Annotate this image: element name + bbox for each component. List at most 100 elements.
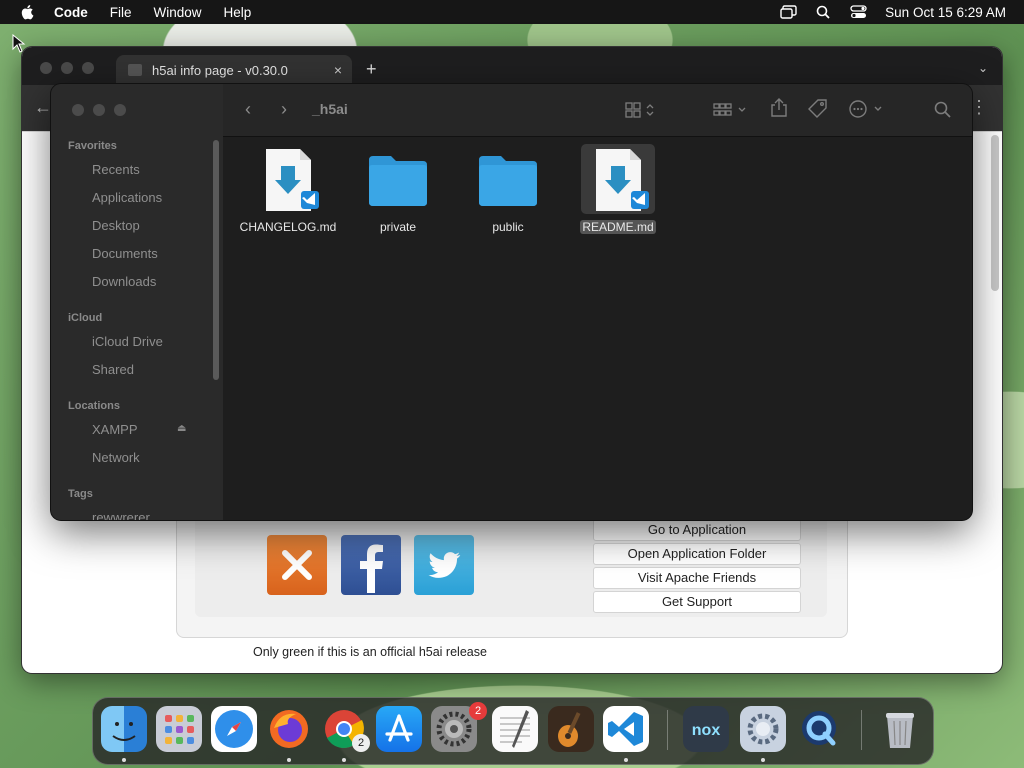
notification-badge: 2 (469, 702, 487, 720)
browser-window-controls (40, 62, 94, 74)
running-indicator (624, 758, 628, 762)
finder-minimize-button[interactable] (93, 104, 105, 116)
back-arrow-icon[interactable]: ← (34, 97, 52, 118)
finder-close-button[interactable] (72, 104, 84, 116)
finder-zoom-button[interactable] (114, 104, 126, 116)
vscode-markdown-icon (251, 144, 325, 214)
open-application-folder-button[interactable]: Open Application Folder (593, 543, 801, 565)
garageband-dock-icon[interactable] (548, 706, 594, 752)
menu-help[interactable]: Help (224, 5, 252, 20)
facebook-logo-icon (360, 544, 383, 593)
launchpad-dock-icon[interactable] (156, 706, 202, 752)
sidebar-scrollbar[interactable] (213, 140, 219, 380)
dock-separator (667, 710, 668, 750)
apple-icon[interactable] (20, 4, 36, 20)
folder-private[interactable]: private (343, 144, 453, 236)
dock: 2 2 nox (92, 697, 934, 765)
forward-chevron-icon[interactable]: › (281, 99, 287, 120)
xampp-panel-inner: Follow XAMPP Go to Application Open Appl… (195, 505, 827, 617)
running-indicator (761, 758, 765, 762)
sidebar-item-downloads[interactable]: Downloads (92, 274, 156, 289)
file-readme[interactable]: README.md (563, 144, 673, 236)
sidebar-item-recents[interactable]: Recents (92, 162, 140, 177)
chrome-profile-badge: 2 (352, 734, 370, 752)
finder-window-controls (72, 104, 126, 116)
xampp-logo-icon (282, 550, 312, 580)
finder-content: ‹ › _h5ai CHANGELOG.md private public RE… (223, 84, 972, 520)
eject-icon[interactable]: ⏏ (177, 423, 186, 434)
close-window-button[interactable] (40, 62, 52, 74)
menu-bar: Code File Window Help Sun Oct 15 6:29 AM (0, 0, 1024, 24)
file-name: CHANGELOG.md (239, 220, 337, 234)
quicktime-dock-icon[interactable] (796, 706, 842, 752)
svg-text:nox: nox (692, 722, 721, 739)
sidebar-item-tag[interactable]: rewwrerer (92, 510, 150, 520)
sidebar-item-icloud-drive[interactable]: iCloud Drive (92, 334, 163, 349)
xampp-panel: Follow XAMPP Go to Application Open Appl… (176, 504, 848, 638)
more-actions-icon[interactable] (849, 100, 885, 118)
get-support-button[interactable]: Get Support (593, 591, 801, 613)
app-store-dock-icon[interactable] (376, 706, 422, 752)
twitter-social-link[interactable] (414, 535, 474, 595)
firefox-dock-icon[interactable] (266, 706, 312, 752)
new-tab-button[interactable]: + (366, 59, 377, 80)
sidebar-header-locations: Locations (68, 400, 120, 412)
vscode-markdown-icon (581, 144, 655, 214)
search-icon[interactable] (934, 101, 952, 119)
vscode-dock-icon[interactable] (603, 706, 649, 752)
visit-apache-friends-button[interactable]: Visit Apache Friends (593, 567, 801, 589)
tab-search-chevron-icon[interactable]: ⌄ (978, 61, 988, 75)
minimize-window-button[interactable] (61, 62, 73, 74)
facebook-social-link[interactable] (341, 535, 401, 595)
browser-menu-icon[interactable]: ⋮ (970, 97, 988, 118)
finder-toolbar: ‹ › _h5ai (223, 84, 972, 137)
control-center-icon[interactable] (850, 5, 867, 19)
sidebar-header-icloud: iCloud (68, 312, 103, 324)
group-by-icon[interactable] (713, 102, 749, 118)
tag-icon[interactable] (808, 99, 828, 119)
trash-dock-icon[interactable] (877, 706, 923, 752)
go-to-application-button[interactable]: Go to Application (593, 519, 801, 541)
zoom-window-button[interactable] (82, 62, 94, 74)
sidebar-header-favorites: Favorites (68, 140, 117, 152)
tab-title: h5ai info page - v0.30.0 (152, 62, 288, 78)
finder-dock-icon[interactable] (101, 706, 147, 752)
xampp-social-link[interactable] (267, 535, 327, 595)
menu-datetime[interactable]: Sun Oct 15 6:29 AM (885, 5, 1006, 20)
share-icon[interactable] (770, 98, 788, 118)
folder-icon (471, 144, 545, 214)
file-changelog[interactable]: CHANGELOG.md (233, 144, 343, 236)
sidebar-item-documents[interactable]: Documents (92, 246, 158, 261)
noxplayer-dock-icon[interactable]: nox (683, 706, 729, 752)
browser-titlebar: h5ai info page - v0.30.0 × + ⌄ (22, 47, 1002, 85)
dock-separator (861, 710, 862, 750)
finder-sidebar: Favorites Recents Applications Desktop D… (51, 84, 223, 520)
twitter-bird-icon (428, 552, 461, 578)
sidebar-item-network[interactable]: Network (92, 450, 140, 465)
file-name: public (492, 220, 524, 234)
sidebar-item-desktop[interactable]: Desktop (92, 218, 140, 233)
menu-file[interactable]: File (110, 5, 132, 20)
folder-icon (361, 144, 435, 214)
sidebar-item-shared[interactable]: Shared (92, 362, 134, 377)
menu-window[interactable]: Window (154, 5, 202, 20)
sidebar-header-tags: Tags (68, 488, 93, 500)
browser-tab[interactable]: h5ai info page - v0.30.0 × (116, 55, 352, 85)
sidebar-item-xampp[interactable]: XAMPP (92, 422, 138, 437)
running-indicator (342, 758, 346, 762)
folder-public[interactable]: public (453, 144, 563, 236)
spotlight-search-icon[interactable] (815, 5, 832, 19)
icon-view-icon[interactable] (625, 102, 657, 118)
back-chevron-icon[interactable]: ‹ (245, 99, 251, 120)
sidebar-item-applications[interactable]: Applications (92, 190, 162, 205)
page-scrollbar[interactable] (991, 135, 999, 291)
mouse-cursor-icon (12, 34, 26, 53)
safari-dock-icon[interactable] (211, 706, 257, 752)
file-name: private (379, 220, 417, 234)
settings-dock-icon[interactable] (740, 706, 786, 752)
textedit-dock-icon[interactable] (492, 706, 538, 752)
folder-favicon-icon (128, 64, 142, 76)
menu-app-name[interactable]: Code (54, 5, 88, 20)
close-tab-icon[interactable]: × (334, 62, 342, 78)
screen-mirroring-icon[interactable] (780, 5, 797, 19)
